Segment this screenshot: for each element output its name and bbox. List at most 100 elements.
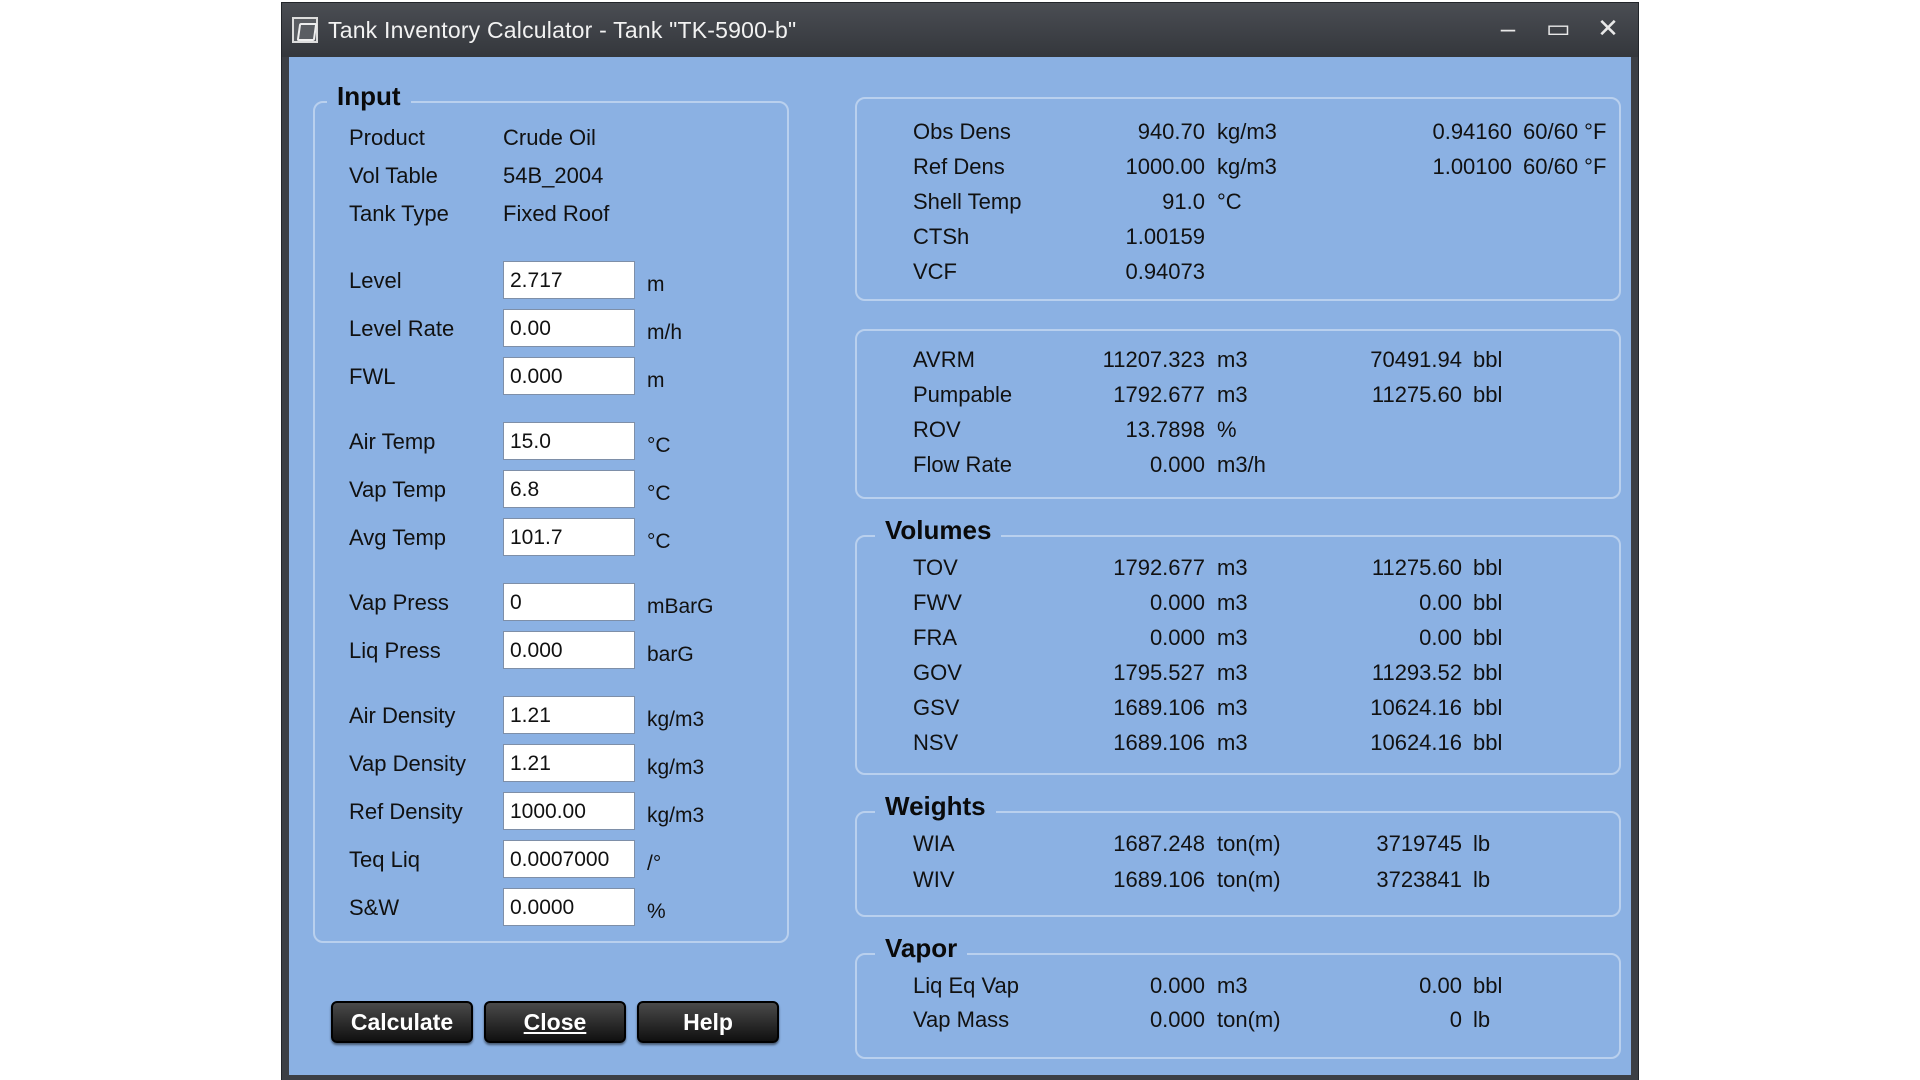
- wia-value-2: 3719745: [1376, 831, 1462, 856]
- fwl-label: FWL: [349, 364, 396, 389]
- close-icon[interactable]: ✕: [1596, 13, 1620, 43]
- vap-press-input[interactable]: [503, 583, 635, 621]
- pumpable-unit: m3: [1217, 382, 1248, 407]
- minimize-icon[interactable]: –: [1496, 13, 1520, 43]
- vap-press-label: Vap Press: [349, 590, 449, 615]
- rov-value: 13.7898: [1125, 417, 1205, 442]
- avrm-value: 11207.323: [1102, 347, 1205, 372]
- nsv-value-2: 10624.16: [1370, 730, 1462, 755]
- fwv-unit-2: bbl: [1473, 590, 1503, 615]
- volumes-group-title: Volumes: [875, 515, 1002, 546]
- gsv-unit: m3: [1217, 695, 1248, 720]
- vap-density-input[interactable]: [503, 744, 635, 782]
- vap-mass-unit: ton(m): [1217, 1007, 1281, 1032]
- gsv-value: 1689.106: [1113, 695, 1205, 720]
- ctsh-value: 1.00159: [1125, 224, 1205, 249]
- ref-dens-label: Ref Dens: [913, 154, 1005, 179]
- nsv-label: NSV: [913, 730, 959, 755]
- vap-press-unit: mBarG: [647, 595, 714, 618]
- app-icon: [292, 17, 318, 43]
- vol-table-value: 54B_2004: [503, 163, 604, 188]
- calculate-button[interactable]: Calculate: [331, 1001, 473, 1043]
- air-temp-label: Air Temp: [349, 429, 436, 454]
- ref-dens-value-2: 1.00100: [1432, 154, 1512, 179]
- shell-temp-label: Shell Temp: [913, 189, 1022, 214]
- wia-unit: ton(m): [1217, 831, 1281, 856]
- vcf-value: 0.94073: [1125, 259, 1205, 284]
- vap-mass-unit-2: lb: [1473, 1007, 1491, 1032]
- pumpable-unit-2: bbl: [1473, 382, 1503, 407]
- vap-temp-input[interactable]: [503, 470, 635, 508]
- fwl-input[interactable]: [503, 357, 635, 395]
- fra-unit-2: bbl: [1473, 625, 1503, 650]
- wiv-value: 1689.106: [1113, 867, 1205, 892]
- vapor-group: Vapor Liq Eq Vap 0.000 m3 0.00 bbl Vap M…: [855, 933, 1621, 1059]
- avg-temp-input[interactable]: [503, 518, 635, 556]
- shell-temp-unit: °C: [1217, 189, 1242, 214]
- ref-density-input[interactable]: [503, 792, 635, 830]
- wiv-label: WIV: [913, 867, 955, 892]
- air-temp-unit: °C: [647, 434, 671, 457]
- wia-unit-2: lb: [1473, 831, 1491, 856]
- vap-temp-unit: °C: [647, 482, 671, 505]
- avrm-label: AVRM: [913, 347, 975, 372]
- vol-table-label: Vol Table: [349, 163, 438, 188]
- level-rate-input[interactable]: [503, 309, 635, 347]
- density-group: Obs Dens 940.70 kg/m3 0.94160 60/60 °F R…: [855, 97, 1621, 301]
- weights-group: Weights WIA 1687.248 ton(m) 3719745 lb W…: [855, 791, 1621, 917]
- ctsh-label: CTSh: [913, 224, 970, 249]
- flow-rate-unit: m3/h: [1217, 452, 1266, 477]
- weights-group-title: Weights: [875, 791, 996, 822]
- rov-unit: %: [1217, 417, 1237, 442]
- obs-dens-unit-2: 60/60 °F: [1523, 119, 1607, 144]
- vapor-group-title: Vapor: [875, 933, 968, 964]
- gsv-value-2: 10624.16: [1370, 695, 1462, 720]
- liq-press-input[interactable]: [503, 631, 635, 669]
- sw-unit: %: [647, 900, 666, 923]
- close-button[interactable]: Close: [484, 1001, 626, 1043]
- ref-dens-unit-2: 60/60 °F: [1523, 154, 1607, 179]
- gov-label: GOV: [913, 660, 962, 685]
- vap-mass-value-2: 0: [1449, 1007, 1462, 1032]
- input-group-title: Input: [327, 81, 411, 112]
- obs-dens-unit: kg/m3: [1217, 119, 1277, 144]
- tank-type-value: Fixed Roof: [503, 201, 610, 226]
- obs-dens-value-2: 0.94160: [1432, 119, 1512, 144]
- fwl-unit: m: [647, 369, 665, 392]
- nsv-unit-2: bbl: [1473, 730, 1503, 755]
- shell-temp-value: 91.0: [1162, 189, 1205, 214]
- liq-eq-vap-value: 0.000: [1149, 973, 1205, 998]
- liq-eq-vap-label: Liq Eq Vap: [913, 973, 1020, 998]
- level-input[interactable]: [503, 261, 635, 299]
- obs-dens-value: 940.70: [1137, 119, 1205, 144]
- tov-value: 1792.677: [1113, 555, 1205, 580]
- volumes-group: Volumes TOV 1792.677 m3 11275.60 bbl FWV…: [855, 515, 1621, 775]
- window-controls: – ▭ ✕: [1496, 13, 1620, 43]
- wia-label: WIA: [913, 831, 955, 856]
- wia-value: 1687.248: [1113, 831, 1205, 856]
- air-density-label: Air Density: [349, 703, 456, 728]
- flow-rate-label: Flow Rate: [913, 452, 1013, 477]
- teq-liq-unit: /°: [647, 852, 662, 875]
- avrm-value-2: 70491.94: [1370, 347, 1462, 372]
- tov-label: TOV: [913, 555, 958, 580]
- calculator-window: Tank Inventory Calculator - Tank "TK-590…: [281, 2, 1639, 1080]
- vcf-label: VCF: [913, 259, 957, 284]
- sw-input[interactable]: [503, 888, 635, 926]
- air-density-input[interactable]: [503, 696, 635, 734]
- gsv-unit-2: bbl: [1473, 695, 1503, 720]
- pumpable-value: 1792.677: [1113, 382, 1205, 407]
- fwv-unit: m3: [1217, 590, 1248, 615]
- title-bar[interactable]: Tank Inventory Calculator - Tank "TK-590…: [282, 3, 1638, 57]
- fwv-value: 0.000: [1149, 590, 1205, 615]
- help-button[interactable]: Help: [637, 1001, 779, 1043]
- air-temp-input[interactable]: [503, 422, 635, 460]
- maximize-icon[interactable]: ▭: [1546, 13, 1571, 43]
- gsv-label: GSV: [913, 695, 960, 720]
- nsv-value: 1689.106: [1113, 730, 1205, 755]
- teq-liq-input[interactable]: [503, 840, 635, 878]
- gov-unit: m3: [1217, 660, 1248, 685]
- fra-value: 0.000: [1149, 625, 1205, 650]
- wiv-value-2: 3723841: [1376, 867, 1462, 892]
- window-title: Tank Inventory Calculator - Tank "TK-590…: [328, 16, 797, 43]
